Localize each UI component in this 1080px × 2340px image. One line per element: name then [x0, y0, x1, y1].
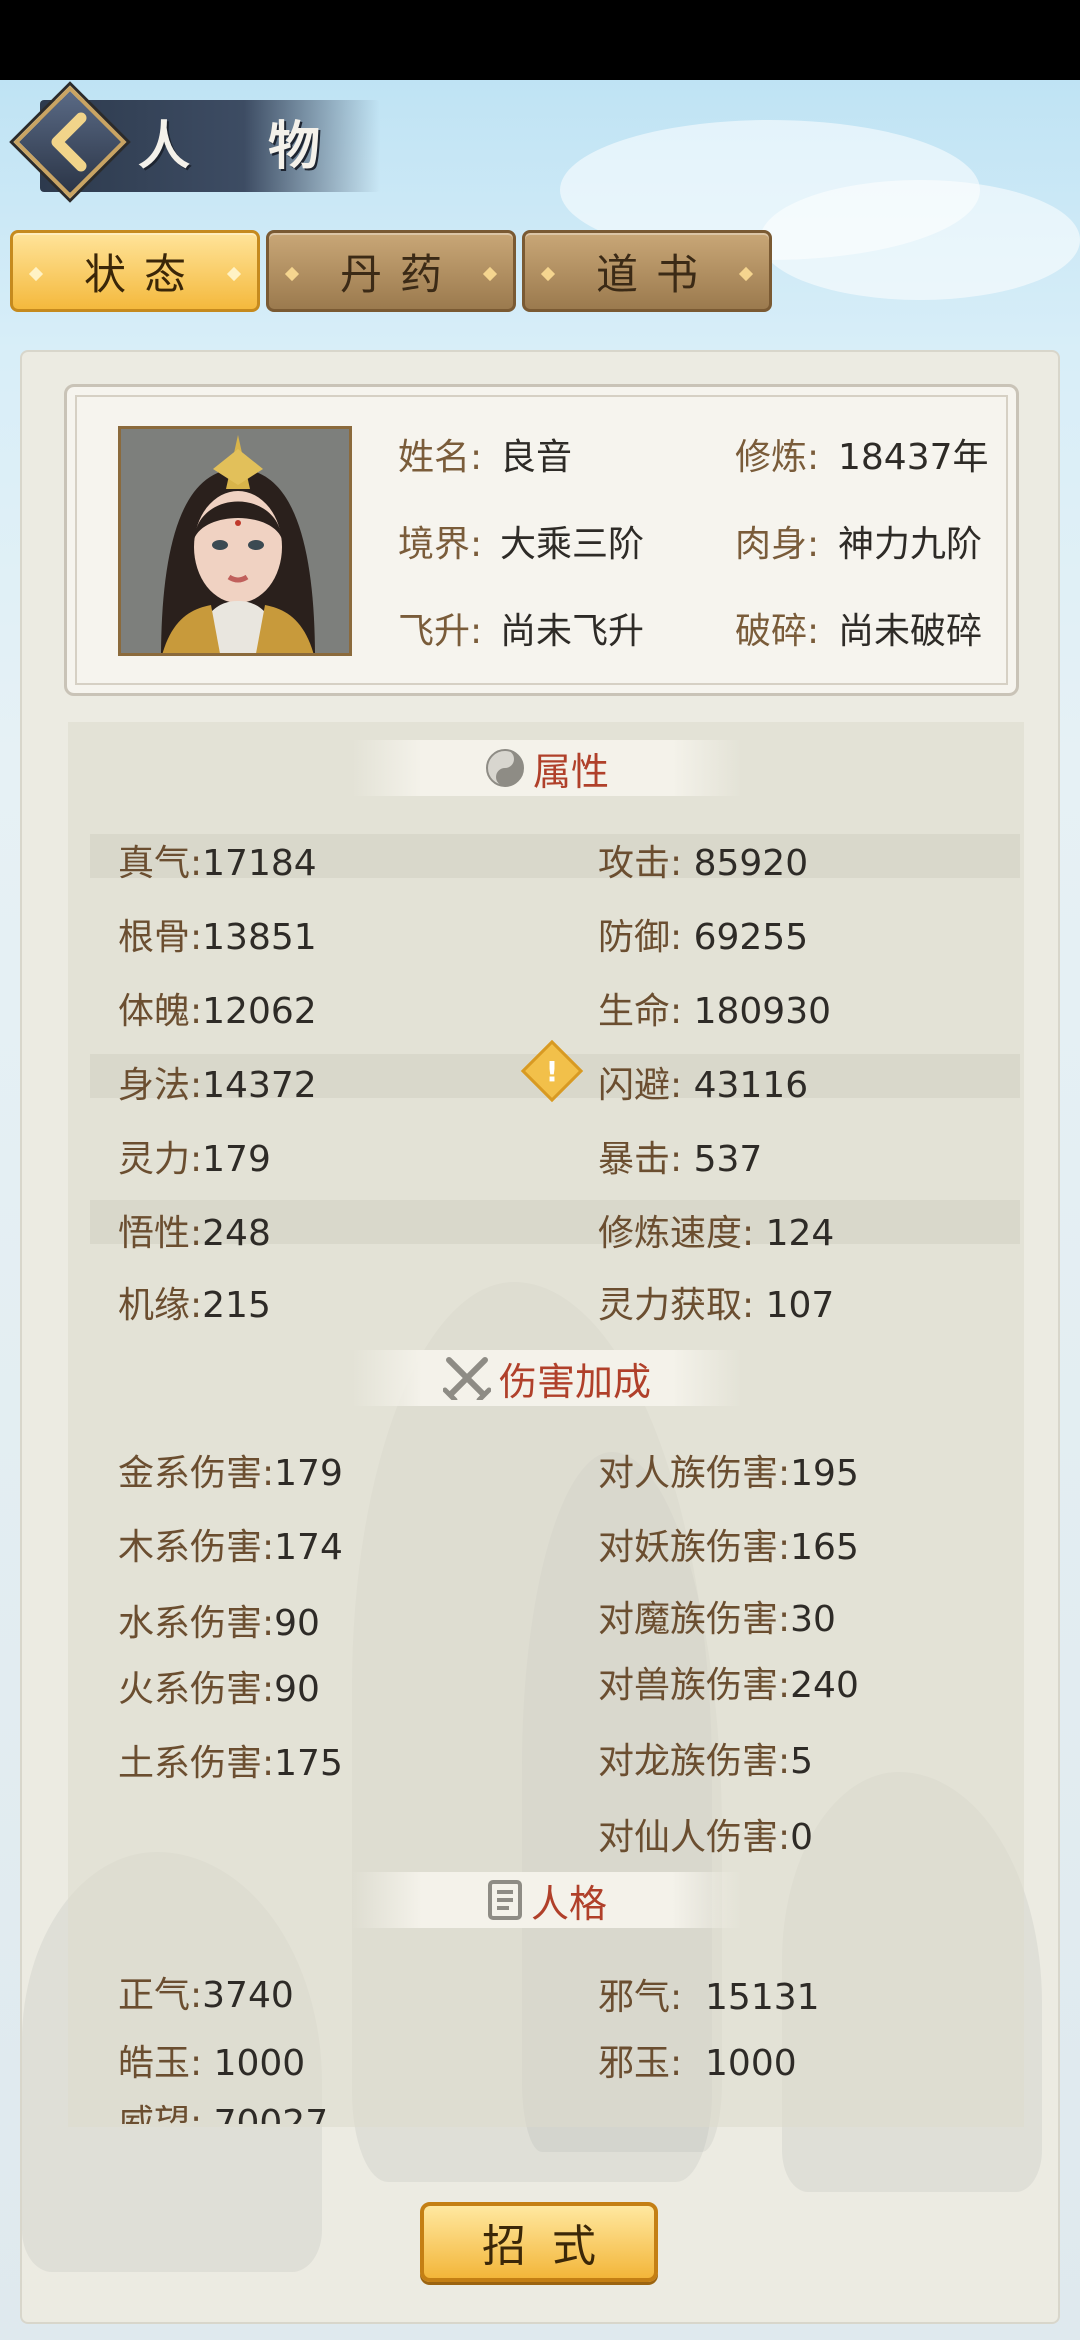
stat-physique: 体魄:12062 — [118, 991, 317, 1032]
shatter-value: 尚未破碎 — [838, 611, 983, 652]
ascend-value: 尚未飞升 — [500, 611, 645, 652]
shatter-label: 破碎: — [735, 611, 820, 652]
tab-bar: 状态 丹药 道书 — [10, 230, 772, 312]
stat-wood-damage: 木系伤害:174 — [118, 1527, 343, 1568]
name-value: 良音 — [500, 437, 573, 478]
stat-fortune: 机缘:215 — [118, 1285, 271, 1326]
body-value: 神力九阶 — [838, 524, 983, 565]
stat-attack: 攻击: 85920 — [598, 843, 809, 884]
stat-vs-dragon-damage: 对龙族伤害:5 — [598, 1741, 814, 1782]
realm-value: 大乘三阶 — [500, 524, 645, 565]
stat-spirit-gain: 灵力获取: 107 — [598, 1285, 835, 1326]
yin-yang-icon — [485, 749, 524, 787]
stat-comprehension: 悟性:248 — [118, 1213, 271, 1254]
stat-spirit: 灵力:179 — [118, 1139, 271, 1180]
tab-books[interactable]: 道书 — [522, 230, 772, 312]
stat-cultivation-speed: 修炼速度: 124 — [598, 1213, 835, 1254]
tab-status[interactable]: 状态 — [10, 230, 260, 312]
section-header-damage: 伤害加成 — [352, 1350, 742, 1406]
section-title: 人格 — [530, 1881, 607, 1926]
skills-button[interactable]: 招式 — [420, 2202, 658, 2282]
tab-label: 丹药 — [339, 249, 460, 299]
stat-prestige: 威望: 70027 — [118, 2103, 329, 2124]
stat-vs-devil-damage: 对魔族伤害:30 — [598, 1599, 836, 1640]
stat-evil-qi: 邪气: 15131 — [598, 1977, 820, 2018]
section-header-personality: 人格 — [352, 1872, 742, 1928]
cultivation-label: 修炼: — [735, 437, 820, 478]
stat-crit: 暴击: 537 — [598, 1139, 763, 1180]
stat-life: 生命: 180930 — [598, 991, 832, 1032]
section-title: 属性 — [532, 749, 609, 794]
stat-true-qi: 真气:17184 — [118, 843, 317, 884]
realm-label: 境界: — [398, 524, 483, 565]
tab-label: 道书 — [595, 249, 716, 299]
document-icon — [487, 1880, 522, 1920]
crossed-swords-icon — [442, 1357, 491, 1400]
stat-fire-damage: 火系伤害:90 — [118, 1669, 320, 1710]
body-label: 肉身: — [735, 524, 820, 565]
section-title: 伤害加成 — [498, 1359, 651, 1404]
stat-vs-demon-beast-damage: 对妖族伤害:165 — [598, 1527, 859, 1568]
stat-defense: 防御: 69255 — [598, 917, 809, 958]
stat-metal-damage: 金系伤害:179 — [118, 1453, 343, 1494]
stat-bone: 根骨:13851 — [118, 917, 317, 958]
stat-water-damage: 水系伤害:90 — [118, 1603, 320, 1644]
stat-vs-human-damage: 对人族伤害:195 — [598, 1453, 859, 1494]
tab-pills[interactable]: 丹药 — [266, 230, 516, 312]
stat-evil-jade: 邪玉: 1000 — [598, 2043, 797, 2084]
chevron-left-icon — [51, 112, 87, 172]
ascend-label: 飞升: — [398, 611, 483, 652]
stat-dodge: 闪避: 43116 — [598, 1065, 809, 1106]
back-button[interactable] — [13, 85, 127, 199]
stat-white-jade: 皓玉: 1000 — [118, 2043, 306, 2084]
stat-vs-immortal-damage: 对仙人伤害:0 — [598, 1817, 814, 1858]
cultivation-value: 18437年 — [838, 437, 989, 478]
skills-button-label: 招式 — [482, 2221, 622, 2272]
character-portrait — [118, 426, 352, 656]
stat-vs-beast-damage: 对兽族伤害:240 — [598, 1665, 859, 1706]
stat-earth-damage: 土系伤害:175 — [118, 1743, 343, 1784]
status-bar — [0, 0, 1080, 80]
name-label: 姓名: — [398, 437, 483, 478]
stat-righteousness: 正气:3740 — [118, 1975, 294, 2016]
tab-label: 状态 — [83, 249, 204, 299]
page-title: 人 物 — [138, 116, 351, 177]
stat-agility: 身法:14372 — [118, 1065, 317, 1106]
section-header-attributes: 属性 — [352, 740, 742, 796]
